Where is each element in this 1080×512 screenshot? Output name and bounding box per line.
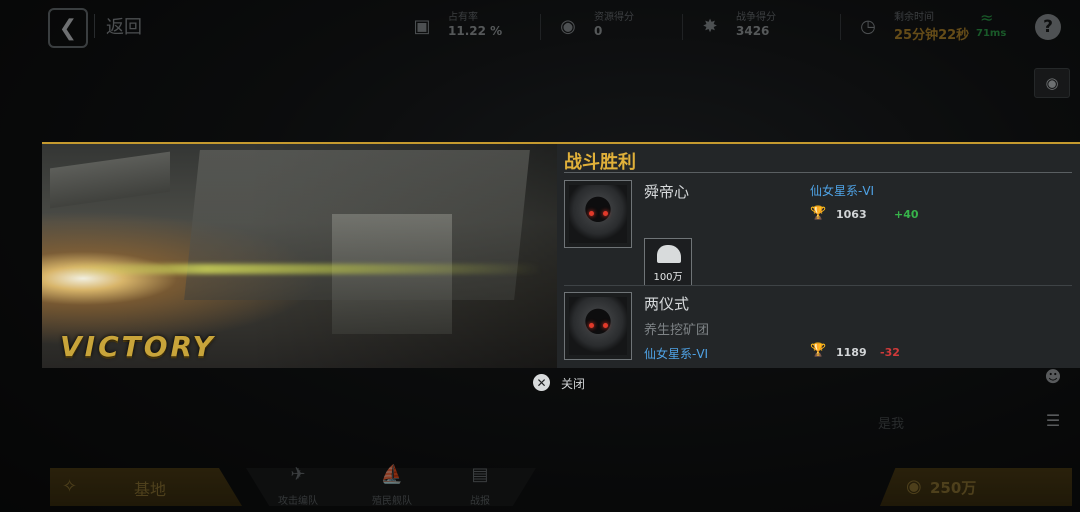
- close-label: 关闭: [561, 377, 586, 391]
- avatar[interactable]: [564, 180, 632, 248]
- player-name: 舜帝心: [644, 183, 690, 201]
- helmet-icon: [657, 245, 681, 263]
- player-name: 两仪式: [644, 295, 690, 313]
- victory-banner-image: VICTORY: [42, 144, 557, 368]
- avatar[interactable]: [564, 292, 632, 360]
- laser-beam: [62, 264, 542, 274]
- ship-shape: [332, 214, 452, 334]
- trophy-score: 1189: [836, 346, 867, 359]
- guild-name: 养生挖矿团: [644, 323, 710, 338]
- galaxy-label: 仙女星系-VI: [810, 184, 875, 198]
- trophy-score: 1063: [836, 208, 867, 221]
- trophy-icon: 🏆: [810, 343, 827, 358]
- trophy-icon: 🏆: [810, 206, 827, 221]
- close-icon: ✕: [533, 374, 550, 391]
- victory-text: VICTORY: [60, 330, 216, 363]
- hooded-avatar-image: [569, 297, 627, 355]
- eye: [589, 323, 594, 328]
- hooded-avatar-image: [569, 185, 627, 243]
- ship-shape: [50, 151, 170, 209]
- galaxy-label: 仙女星系-VI: [644, 347, 709, 361]
- divider: [564, 172, 1072, 173]
- eye: [589, 211, 594, 216]
- eye: [603, 211, 608, 216]
- trophy-delta: +40: [894, 208, 919, 221]
- divider: [564, 285, 1072, 286]
- dialog-title: 战斗胜利: [564, 152, 636, 173]
- player-card-loser: 两仪式 养生挖矿团 仙女星系-VI 🏆 1189 -32: [564, 292, 1072, 368]
- trophy-delta: -32: [880, 346, 900, 359]
- eye: [603, 323, 608, 328]
- battle-result-dialog: VICTORY 战斗胜利 舜帝心 仙女星系-VI 🏆 1063 +40 100万: [42, 142, 1080, 368]
- reward-amount: 100万: [653, 272, 683, 283]
- player-card-winner: 舜帝心 仙女星系-VI 🏆 1063 +40 100万: [564, 180, 1072, 286]
- reward-item[interactable]: 100万: [644, 238, 692, 286]
